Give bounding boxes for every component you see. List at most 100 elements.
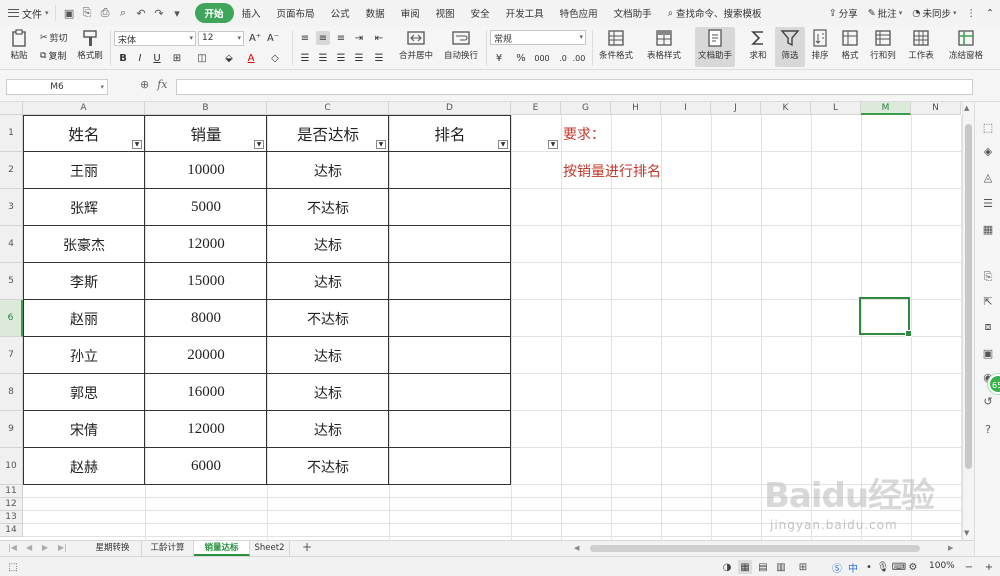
share-panel-icon[interactable]: ⇱ (981, 294, 995, 308)
tab-2[interactable]: 页面布局 (269, 3, 323, 23)
tab-9[interactable]: 特色应用 (552, 3, 606, 23)
sheet-tab-0[interactable]: 星期转换 (84, 541, 142, 556)
zoom-formula-icon[interactable]: ⊕ (140, 78, 149, 91)
select-all-corner[interactable] (0, 102, 23, 115)
align-left-icon[interactable]: ☰ (298, 51, 312, 65)
sheet-tab-2[interactable]: 销量达标 (194, 541, 250, 556)
copy-button[interactable]: ⧉ 复制 (40, 49, 66, 63)
increase-decimal-icon[interactable]: .0 (556, 51, 570, 65)
history-icon[interactable]: ↺ (981, 394, 995, 408)
cell-b6[interactable]: 8000 (145, 300, 267, 337)
row-header-11[interactable]: 11 (0, 485, 23, 498)
number-format-select[interactable]: 常规 ▾ (490, 30, 586, 45)
format-painter-button[interactable]: 格式刷 (76, 29, 104, 61)
ime-chinese-icon[interactable]: 中 (846, 560, 860, 575)
column-header-h[interactable]: H (611, 102, 661, 115)
horizontal-scroll-thumb[interactable] (590, 545, 920, 552)
zoom-out-icon[interactable]: − (962, 560, 976, 574)
underline-icon[interactable]: U (150, 51, 164, 65)
mic-icon[interactable]: 🎙 (876, 560, 890, 574)
sheet-tab-1[interactable]: 工龄计算 (142, 541, 194, 556)
row-header-8[interactable]: 8 (0, 374, 23, 411)
paste-button[interactable]: 粘贴 (6, 29, 32, 61)
more-icon[interactable]: ⋮ (967, 8, 977, 19)
first-sheet-icon[interactable]: |◀ (8, 543, 17, 552)
cell-d6[interactable] (389, 300, 511, 337)
crop-icon[interactable]: ⧈ (981, 320, 995, 334)
normal-view-icon[interactable]: ▦ (738, 560, 752, 574)
scroll-down-icon[interactable]: ▼ (964, 529, 969, 537)
horizontal-scrollbar[interactable]: ◀ ▶ (570, 544, 960, 554)
file-menu[interactable]: 文件 ▾ (0, 6, 55, 21)
chart-icon[interactable]: ▦ (981, 222, 995, 236)
select-icon[interactable]: ⬚ (981, 120, 995, 134)
row-header-7[interactable]: 7 (0, 337, 23, 374)
filter-button[interactable]: 筛选 (775, 27, 805, 67)
cell-d9[interactable] (389, 411, 511, 448)
cell-a8[interactable]: 郭思 (23, 374, 145, 411)
column-header-a[interactable]: A (23, 102, 145, 115)
table-style-button[interactable]: 表格样式 (643, 29, 685, 61)
cell-b10[interactable]: 6000 (145, 448, 267, 485)
cell-a10[interactable]: 赵赫 (23, 448, 145, 485)
column-header-d[interactable]: D (389, 102, 511, 115)
column-header-l[interactable]: L (811, 102, 861, 115)
filter-dropdown-icon[interactable]: ▼ (548, 140, 558, 149)
border-icon[interactable]: ⊞ (170, 51, 184, 65)
gear-icon[interactable]: ⚙ (906, 560, 920, 574)
outdent-icon[interactable]: ⇤ (372, 31, 386, 45)
tab-6[interactable]: 视图 (428, 3, 463, 23)
cell-c3[interactable]: 不达标 (267, 189, 389, 226)
align-right-icon[interactable]: ☰ (334, 51, 348, 65)
add-sheet-button[interactable]: + (302, 540, 312, 554)
cell-b5[interactable]: 15000 (145, 263, 267, 300)
formula-input[interactable] (176, 79, 973, 95)
scroll-right-icon[interactable]: ▶ (948, 544, 953, 552)
shape-icon[interactable]: ◬ (981, 170, 995, 184)
cell-b2[interactable]: 10000 (145, 152, 267, 189)
tab-10[interactable]: 文档助手 (606, 3, 660, 23)
vertical-scrollbar[interactable]: ▲ ▼ (962, 102, 974, 540)
row-header-10[interactable]: 10 (0, 448, 23, 485)
zoom-in-icon[interactable]: + (982, 560, 996, 574)
wrap-text-button[interactable]: 自动换行 (442, 29, 480, 61)
cell-d10[interactable] (389, 448, 511, 485)
ime-icon[interactable]: Ⓢ (830, 560, 844, 575)
tab-8[interactable]: 开发工具 (498, 3, 552, 23)
sheet-tab-3[interactable]: Sheet2 (250, 541, 290, 556)
cell-a5[interactable]: 李斯 (23, 263, 145, 300)
next-sheet-icon[interactable]: ▶ (42, 543, 48, 552)
last-sheet-icon[interactable]: ▶| (58, 543, 67, 552)
column-header-m[interactable]: M (861, 102, 911, 115)
cell-b7[interactable]: 20000 (145, 337, 267, 374)
increase-font-icon[interactable]: A⁺ (248, 31, 262, 45)
cell-c6[interactable]: 不达标 (267, 300, 389, 337)
currency-icon[interactable]: ¥ (492, 51, 506, 65)
cell-c7[interactable]: 达标 (267, 337, 389, 374)
decrease-font-icon[interactable]: A⁻ (266, 31, 280, 45)
font-size-select[interactable]: 12 ▾ (198, 31, 244, 46)
row-header-14[interactable]: 14 (0, 524, 23, 537)
font-color-icon[interactable]: A (244, 51, 258, 65)
percent-button[interactable]: % (514, 51, 528, 65)
bold-icon[interactable]: B (116, 51, 130, 65)
keyboard-icon[interactable]: ⌨ (892, 560, 906, 574)
style-icon[interactable]: ◈ (981, 144, 995, 158)
cell-d2[interactable] (389, 152, 511, 189)
freeze-panes-button[interactable]: 冻结窗格 (946, 29, 986, 61)
cell-b8[interactable]: 16000 (145, 374, 267, 411)
cell-b9[interactable]: 12000 (145, 411, 267, 448)
column-header-e[interactable]: E (511, 102, 561, 115)
collapse-ribbon-icon[interactable]: ⌃ (986, 8, 994, 19)
sum-button[interactable]: 求和 (745, 29, 771, 61)
tab-4[interactable]: 数据 (358, 3, 393, 23)
page-layout-icon[interactable]: ▤ (756, 560, 770, 574)
cell-c2[interactable]: 达标 (267, 152, 389, 189)
command-search[interactable]: ⌕ 查找命令、搜索模板 (668, 6, 762, 21)
tab-7[interactable]: 安全 (463, 3, 498, 23)
align-bottom-icon[interactable]: ≡ (334, 31, 348, 45)
cell-d1[interactable]: 排名 (389, 115, 511, 152)
worksheet-button[interactable]: 工作表 (906, 29, 936, 61)
column-header-j[interactable]: J (711, 102, 761, 115)
row-header-2[interactable]: 2 (0, 152, 23, 189)
